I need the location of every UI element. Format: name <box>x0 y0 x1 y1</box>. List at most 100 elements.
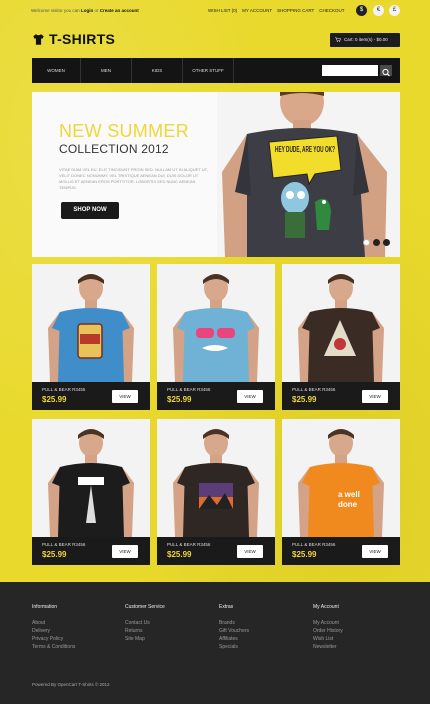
svg-text:a well: a well <box>338 490 360 499</box>
logo-text: T-SHIRTS <box>49 31 116 47</box>
product-card[interactable]: a well done Pull & Bear R3456 $25.99 VIEW <box>282 419 400 565</box>
product-info-bar: Pull & Bear R3456 $25.99 VIEW <box>282 382 400 410</box>
footer-column-information: Information About Delivery Privacy Polic… <box>32 604 75 651</box>
top-links: Wish List (0) My Account Shopping Cart C… <box>208 8 345 13</box>
logo[interactable]: T-SHIRTS <box>32 31 115 47</box>
product-price: $25.99 <box>167 550 192 559</box>
shirt-print-text: HEY DUDE, ARE YOU OK? <box>275 145 335 154</box>
product-card[interactable]: Pull & Bear R3455 $25.99 VIEW <box>32 264 150 410</box>
view-button[interactable]: VIEW <box>237 390 263 403</box>
search-input[interactable] <box>322 65 378 76</box>
product-card[interactable]: Pull & Bear R3456 $25.99 VIEW <box>32 419 150 565</box>
product-info-bar: Pull & Bear R3456 $25.99 VIEW <box>157 537 275 565</box>
my-account-link[interactable]: My Account <box>242 8 272 13</box>
checkout-link[interactable]: Checkout <box>319 8 344 13</box>
product-card[interactable]: Pull & Bear R3456 $25.99 VIEW <box>157 264 275 410</box>
footer-link-newsletter[interactable]: Newsletter <box>313 643 343 651</box>
product-price: $25.99 <box>167 395 192 404</box>
carousel-dot-2[interactable] <box>373 239 380 246</box>
search-icon <box>382 68 390 77</box>
shopping-cart-link[interactable]: Shopping Cart <box>277 8 314 13</box>
login-link[interactable]: Login <box>81 8 93 13</box>
footer-link-sitemap[interactable]: Site Map <box>125 635 165 643</box>
footer-link-privacy[interactable]: Privacy Policy <box>32 635 75 643</box>
footer-link-wish-list[interactable]: Wish List <box>313 635 343 643</box>
tshirt-icon <box>33 33 44 45</box>
currency-button-3[interactable]: £ <box>389 5 400 16</box>
product-name[interactable]: Pull & Bear R3456 <box>167 542 210 547</box>
product-price: $25.99 <box>42 395 67 404</box>
footer: Information About Delivery Privacy Polic… <box>0 582 430 704</box>
hero-banner: NEW SUMMER COLLECTION 2012 Vitae diam ve… <box>32 92 400 257</box>
footer-link-affiliates[interactable]: Affiliates <box>219 635 249 643</box>
product-name[interactable]: Pull & Bear R3456 <box>42 542 85 547</box>
search-button[interactable] <box>380 65 392 77</box>
svg-text:done: done <box>338 500 358 509</box>
product-price: $25.99 <box>292 550 317 559</box>
currency-button-2[interactable]: € <box>373 5 384 16</box>
footer-link-delivery[interactable]: Delivery <box>32 627 75 635</box>
footer-link-specials[interactable]: Specials <box>219 643 249 651</box>
shop-now-button[interactable]: SHOP NOW <box>61 202 119 219</box>
cart-button[interactable]: Cart: 0 item(s) - $0.00 <box>330 33 400 47</box>
nav-item-kids[interactable]: Kids <box>132 58 183 83</box>
footer-link-returns[interactable]: Returns <box>125 627 165 635</box>
footer-heading: Information <box>32 604 58 610</box>
product-name[interactable]: Pull & Bear R3456 <box>292 387 335 392</box>
currency-button-1[interactable]: $ <box>356 5 367 16</box>
product-info-bar: Pull & Bear R3456 $25.99 VIEW <box>32 537 150 565</box>
create-account-link[interactable]: Create an account <box>100 8 139 13</box>
product-info-bar: Pull & Bear R3456 $25.99 VIEW <box>157 382 275 410</box>
view-button[interactable]: VIEW <box>112 390 138 403</box>
product-image[interactable]: a welldone <box>282 419 400 537</box>
footer-heading: Customer Service <box>125 604 165 610</box>
product-info-bar: Pull & Bear R3455 $25.99 VIEW <box>32 382 150 410</box>
product-name[interactable]: Pull & Bear R3456 <box>167 387 210 392</box>
footer-link-contact[interactable]: Contact Us <box>125 619 165 627</box>
product-name[interactable]: Pull & Bear R3455 <box>42 387 85 392</box>
footer-heading: My Account <box>313 604 339 610</box>
product-price: $25.99 <box>292 395 317 404</box>
footer-link-about[interactable]: About <box>32 619 75 627</box>
welcome-text: Welcome visitor you can <box>31 8 80 13</box>
wishlist-link[interactable]: Wish List (0) <box>208 8 237 13</box>
view-button[interactable]: VIEW <box>362 545 388 558</box>
footer-link-order-history[interactable]: Order History <box>313 627 343 635</box>
footer-link-gift-vouchers[interactable]: Gift Vouchers <box>219 627 249 635</box>
hero-model-image: HEY DUDE, ARE YOU OK? <box>217 92 400 257</box>
footer-column-extras: Extras Brands Gift Vouchers Affiliates S… <box>219 604 249 651</box>
nav-item-men[interactable]: Men <box>81 58 132 83</box>
hero-title-line1: NEW SUMMER <box>59 121 189 141</box>
copyright-text: Powered By OpenCart T-Shirts © 2012 <box>32 682 110 687</box>
view-button[interactable]: VIEW <box>362 390 388 403</box>
or-text: or <box>94 8 99 13</box>
view-button[interactable]: VIEW <box>237 545 263 558</box>
nav-item-other-stuff[interactable]: Other Stuff <box>183 58 234 83</box>
footer-link-brands[interactable]: Brands <box>219 619 249 627</box>
footer-column-my-account: My Account My Account Order History Wish… <box>313 604 343 651</box>
footer-link-my-account[interactable]: My Account <box>313 619 343 627</box>
product-image[interactable] <box>157 419 275 537</box>
footer-heading: Extras <box>219 604 234 610</box>
product-image[interactable] <box>282 264 400 382</box>
view-button[interactable]: VIEW <box>112 545 138 558</box>
carousel-dot-1[interactable] <box>363 239 370 246</box>
carousel-dot-3[interactable] <box>383 239 390 246</box>
welcome-message: Welcome visitor you can Login or Create … <box>31 8 139 13</box>
product-price: $25.99 <box>42 550 67 559</box>
carousel-dots <box>363 239 390 246</box>
cart-icon <box>335 37 341 42</box>
hero-description: Vitae diam vel eu, elit tincidunt proin … <box>59 167 208 190</box>
hero-title-line2: COLLECTION 2012 <box>59 142 169 156</box>
product-image[interactable] <box>157 264 275 382</box>
nav-item-women[interactable]: Women <box>32 58 81 83</box>
product-card[interactable]: Pull & Bear R3456 $25.99 VIEW <box>157 419 275 565</box>
top-bar: Welcome visitor you can Login or Create … <box>0 0 430 22</box>
product-card[interactable]: Pull & Bear R3456 $25.99 VIEW <box>282 264 400 410</box>
footer-column-customer-service: Customer Service Contact Us Returns Site… <box>125 604 165 643</box>
product-image[interactable] <box>32 264 150 382</box>
product-image[interactable] <box>32 419 150 537</box>
footer-link-terms[interactable]: Terms & Conditions <box>32 643 75 651</box>
cart-summary: Cart: 0 item(s) - $0.00 <box>344 37 388 42</box>
product-name[interactable]: Pull & Bear R3456 <box>292 542 335 547</box>
